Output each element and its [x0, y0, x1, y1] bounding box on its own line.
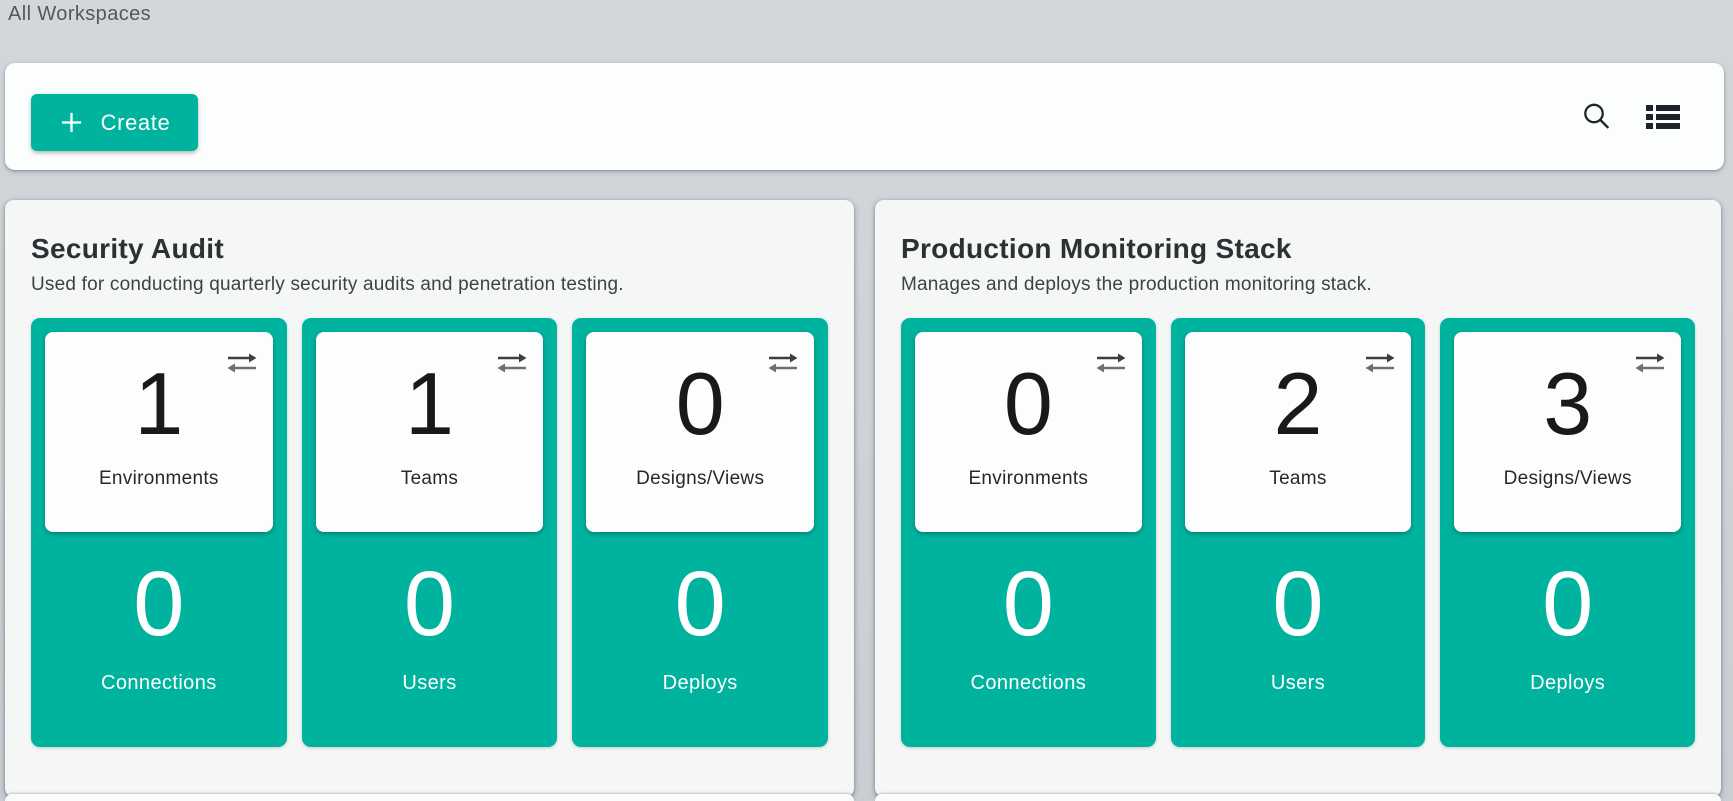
swap-arrows-icon — [1365, 353, 1395, 373]
stat-tile-environments-connections[interactable]: 0 Environments 0 Connections — [901, 318, 1156, 747]
plus-icon — [59, 110, 84, 135]
list-view-button[interactable] — [1644, 100, 1682, 134]
stat-value: 3 — [1543, 360, 1592, 448]
stat-label: Connections — [101, 672, 217, 695]
stat-tile-teams-users[interactable]: 1 Teams 0 Users — [302, 318, 558, 747]
workspace-card-security-audit[interactable]: Security Audit Used for conducting quart… — [5, 200, 854, 797]
page-title: All Workspaces — [8, 3, 151, 26]
stat-label: Deploys — [663, 672, 738, 695]
stat-tile-bottom: 0 Connections — [45, 532, 273, 733]
swap-arrows-icon — [227, 353, 257, 373]
flip-card-button[interactable] — [1635, 353, 1665, 373]
stat-tiles: 0 Environments 0 Connections — [901, 318, 1695, 747]
stat-value: 0 — [1542, 558, 1593, 650]
next-row-card-edge — [5, 794, 854, 801]
stat-value: 0 — [675, 558, 726, 650]
stat-label: Deploys — [1530, 672, 1605, 695]
stat-tile-top: 1 Teams — [316, 332, 544, 532]
stat-tile-top: 0 Environments — [915, 332, 1142, 532]
workspace-description: Used for conducting quarterly security a… — [31, 274, 828, 296]
next-row-card-edge — [875, 794, 1721, 801]
stat-tile-designs-deploys[interactable]: 0 Designs/Views 0 Deploys — [572, 318, 828, 747]
flip-card-button[interactable] — [1096, 353, 1126, 373]
stat-label: Designs/Views — [636, 468, 764, 490]
toolbar-icons — [1578, 63, 1682, 170]
flip-card-button[interactable] — [1365, 353, 1395, 373]
stat-value: 1 — [134, 360, 183, 448]
workspaces-toolbar: Create — [5, 63, 1724, 170]
stat-value: 2 — [1274, 360, 1323, 448]
stat-label: Teams — [401, 468, 458, 490]
stat-label: Teams — [1269, 468, 1326, 490]
swap-arrows-icon — [1635, 353, 1665, 373]
stat-value: 0 — [1272, 558, 1323, 650]
stat-label: Users — [402, 672, 456, 695]
flip-card-button[interactable] — [227, 353, 257, 373]
search-button[interactable] — [1578, 98, 1615, 135]
swap-arrows-icon — [497, 353, 527, 373]
stat-tile-bottom: 0 Connections — [915, 532, 1142, 733]
stat-tile-teams-users[interactable]: 2 Teams 0 Users — [1171, 318, 1426, 747]
stat-value: 0 — [1004, 360, 1053, 448]
stat-tiles: 1 Environments 0 Connections — [31, 318, 828, 747]
stat-value: 0 — [133, 558, 184, 650]
stat-tile-top: 3 Designs/Views — [1454, 332, 1681, 532]
stat-tile-bottom: 0 Deploys — [1454, 532, 1681, 733]
stat-value: 1 — [405, 360, 454, 448]
stat-tile-designs-deploys[interactable]: 3 Designs/Views 0 Deploys — [1440, 318, 1695, 747]
create-button-label: Create — [101, 110, 171, 136]
stat-value: 0 — [676, 360, 725, 448]
stat-tile-environments-connections[interactable]: 1 Environments 0 Connections — [31, 318, 287, 747]
workspace-name: Security Audit — [31, 233, 828, 265]
stat-tile-bottom: 0 Users — [1185, 532, 1412, 733]
stat-tile-top: 1 Environments — [45, 332, 273, 532]
stat-label: Designs/Views — [1504, 468, 1632, 490]
search-icon — [1580, 100, 1613, 133]
stat-label: Users — [1271, 672, 1325, 695]
swap-arrows-icon — [1096, 353, 1126, 373]
swap-arrows-icon — [768, 353, 798, 373]
workspace-name: Production Monitoring Stack — [901, 233, 1695, 265]
stat-value: 0 — [404, 558, 455, 650]
stat-label: Environments — [99, 468, 219, 490]
stat-value: 0 — [1003, 558, 1054, 650]
stat-label: Connections — [971, 672, 1087, 695]
workspace-card-production-monitoring-stack[interactable]: Production Monitoring Stack Manages and … — [875, 200, 1721, 797]
stat-tile-bottom: 0 Users — [316, 532, 544, 733]
stat-tile-bottom: 0 Deploys — [586, 532, 814, 733]
workspace-description: Manages and deploys the production monit… — [901, 274, 1695, 296]
stat-tile-top: 2 Teams — [1185, 332, 1412, 532]
stat-tile-top: 0 Designs/Views — [586, 332, 814, 532]
stat-label: Environments — [968, 468, 1088, 490]
flip-card-button[interactable] — [497, 353, 527, 373]
workspace-cards-row: Security Audit Used for conducting quart… — [5, 200, 1721, 797]
flip-card-button[interactable] — [768, 353, 798, 373]
list-view-icon — [1646, 102, 1680, 132]
create-workspace-button[interactable]: Create — [31, 94, 198, 151]
